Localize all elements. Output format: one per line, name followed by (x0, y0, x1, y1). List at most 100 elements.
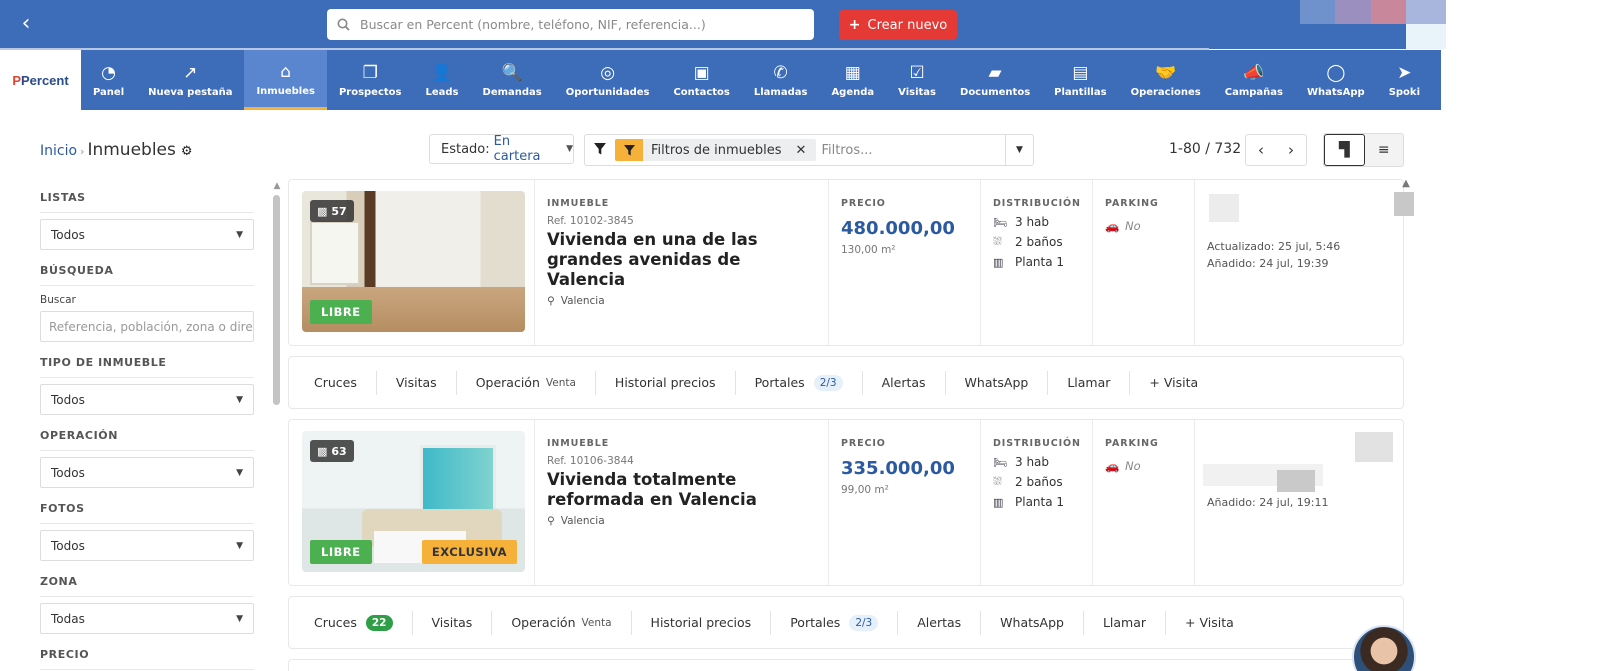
nav-prospectos[interactable]: ❐ Prospectos (327, 50, 414, 110)
property-area: 130,00 m² (841, 244, 896, 256)
create-new-button[interactable]: + Crear nuevo (839, 10, 957, 40)
main-scrollbar[interactable]: ▲ (1394, 178, 1418, 216)
nav-nueva-pestaña[interactable]: ↗ Nueva pestaña (136, 50, 244, 110)
logo[interactable]: PPercent (0, 50, 81, 110)
whatsapp-button[interactable]: WhatsApp (946, 370, 1049, 395)
portales-button[interactable]: Portales 2/3 (771, 610, 899, 635)
bed-icon: 🛏 (993, 455, 1007, 469)
tipo-select[interactable]: Todos ▼ (40, 384, 254, 415)
nav-inmuebles[interactable]: ⌂ Inmuebles (244, 50, 327, 110)
property-actions: Cruces Visitas Operación Venta Historial … (288, 356, 1404, 409)
nav-agenda[interactable]: ▦ Agenda (819, 50, 886, 110)
whatsapp-button[interactable]: WhatsApp (981, 610, 1084, 635)
calendar-check-icon: ☑ (909, 63, 925, 83)
operacion-button[interactable]: Operación Venta (457, 370, 596, 395)
filter-icon[interactable] (585, 142, 615, 158)
nav-leads[interactable]: 👤 Leads (414, 50, 471, 110)
nav-visitas[interactable]: ☑ Visitas (886, 50, 948, 110)
zona-select[interactable]: Todas ▼ (40, 603, 254, 634)
portales-button[interactable]: Portales 2/3 (736, 370, 863, 395)
add-visita-button[interactable]: + Visita (1130, 371, 1217, 395)
nav-operaciones[interactable]: 🤝 Operaciones (1119, 50, 1213, 110)
caret-down-icon: ▼ (236, 467, 243, 478)
close-icon[interactable]: ✕ (796, 143, 807, 158)
floor-row: ▥ Planta 1 (993, 255, 1065, 269)
cruces-button[interactable]: Cruces (295, 370, 377, 395)
historial-precios-button[interactable]: Historial precios (596, 370, 736, 395)
operacion-select[interactable]: Todos ▼ (40, 457, 254, 488)
visitas-button[interactable]: Visitas (377, 370, 457, 395)
next-page-button[interactable]: › (1276, 135, 1306, 165)
distribution-column: DISTRIBUCIÓN 🛏 3 hab ⛆ 2 baños ▥ Planta 1 (980, 420, 1092, 585)
global-search[interactable] (327, 9, 814, 40)
alertas-button[interactable]: Alertas (863, 370, 946, 395)
property-photo[interactable]: ▩ 57 LIBRE (302, 191, 525, 332)
historial-precios-button[interactable]: Historial precios (632, 610, 772, 635)
property-title[interactable]: Vivienda totalmente reformada en Valenci… (547, 470, 816, 510)
scroll-up-icon[interactable]: ▲ (273, 181, 281, 191)
llamar-button[interactable]: Llamar (1084, 610, 1167, 635)
nav-documentos[interactable]: ▰ Documentos (948, 50, 1042, 110)
sidebar-scroll-thumb[interactable] (273, 195, 280, 405)
list-view-button[interactable]: ≡ (1365, 134, 1404, 166)
estado-select[interactable]: Estado: En cartera ▼ (429, 134, 574, 164)
folder-icon: ▰ (988, 63, 1002, 83)
baths-row: ⛆ 2 baños (993, 475, 1063, 489)
nav-panel[interactable]: ◔ Panel (81, 50, 136, 110)
photo-count-badge: ▩ 57 (310, 200, 354, 222)
nav-label: Contactos (673, 87, 730, 98)
card-view-button[interactable]: ▜ (1324, 134, 1365, 166)
add-visita-button[interactable]: + Visita (1166, 611, 1253, 635)
global-search-input[interactable] (360, 17, 800, 32)
caret-down-icon[interactable]: ▼ (1005, 135, 1033, 165)
bath-icon: ⛆ (993, 235, 1002, 248)
operacion-type: Venta (581, 616, 612, 629)
alertas-button[interactable]: Alertas (898, 610, 982, 635)
phone-icon: ✆ (773, 63, 788, 83)
breadcrumb-home[interactable]: Inicio (40, 143, 77, 159)
property-card[interactable]: ▩ 63 LIBRE EXCLUSIVA INMUEBLE Ref. 10106-… (288, 419, 1404, 586)
card-view-icon: ▜ (1338, 142, 1350, 158)
nav-llamadas[interactable]: ✆ Llamadas (742, 50, 820, 110)
filter-icon (615, 139, 643, 161)
handshake-icon: 🤝 (1155, 63, 1177, 83)
property-card[interactable]: ▩ 57 LIBRE INMUEBLE Ref. 10102-3845 Vivie… (288, 179, 1404, 346)
llamar-button[interactable]: Llamar (1048, 370, 1131, 395)
listas-select[interactable]: Todos ▼ (40, 219, 254, 250)
nav-label: Spoki (1388, 87, 1420, 98)
nav-contactos[interactable]: ▣ Contactos (661, 50, 741, 110)
section-label: INMUEBLE (547, 438, 610, 449)
listas-heading: LISTAS (40, 191, 254, 213)
property-photo[interactable]: ▩ 63 LIBRE EXCLUSIVA (302, 431, 525, 572)
buscar-input[interactable]: Referencia, población, zona o direcci (40, 311, 254, 342)
nav-demandas[interactable]: 🔍 Demandas (471, 50, 554, 110)
nav-whatsapp[interactable]: ◯ WhatsApp (1295, 50, 1377, 110)
property-card[interactable] (288, 659, 1404, 671)
caret-down-icon: ▼ (236, 229, 243, 240)
sidebar-scrollbar[interactable]: ▲ (273, 181, 281, 671)
filter-input[interactable] (821, 142, 1022, 158)
nav-label: Inmuebles (256, 85, 315, 97)
added-date: Añadido: 24 jul, 19:39 (1207, 257, 1329, 270)
filter-chip[interactable]: Filtros de inmuebles ✕ (615, 139, 817, 161)
property-location: ⚲ Valencia (547, 515, 605, 527)
fotos-select[interactable]: Todos ▼ (40, 530, 254, 561)
nav-oportunidades[interactable]: ◎ Oportunidades (554, 50, 662, 110)
prev-page-button[interactable]: ‹ (1246, 135, 1276, 165)
nav-campañas[interactable]: 📣 Campañas (1213, 50, 1295, 110)
visitas-button[interactable]: Visitas (413, 610, 493, 635)
operacion-button[interactable]: Operación Venta (492, 610, 632, 635)
parking-label: PARKING (1105, 198, 1159, 209)
nav-plantillas[interactable]: ▤ Plantillas (1042, 50, 1118, 110)
cruces-button[interactable]: Cruces 22 (295, 610, 413, 635)
floor-row: ▥ Planta 1 (993, 495, 1065, 509)
estado-label: Estado: (441, 141, 490, 157)
main-scroll-thumb[interactable] (1394, 192, 1414, 216)
nav-spoki[interactable]: ➤ Spoki (1377, 50, 1432, 110)
back-button[interactable]: ‹ (14, 12, 38, 36)
gear-icon[interactable]: ⚙ (181, 144, 193, 159)
property-title[interactable]: Vivienda en una de las grandes avenidas … (547, 230, 816, 290)
dates-column: Añadido: 24 jul, 19:11 (1194, 420, 1404, 585)
scroll-up-icon[interactable]: ▲ (1394, 178, 1418, 189)
parking-column: PARKING 🚗 No (1092, 420, 1194, 585)
